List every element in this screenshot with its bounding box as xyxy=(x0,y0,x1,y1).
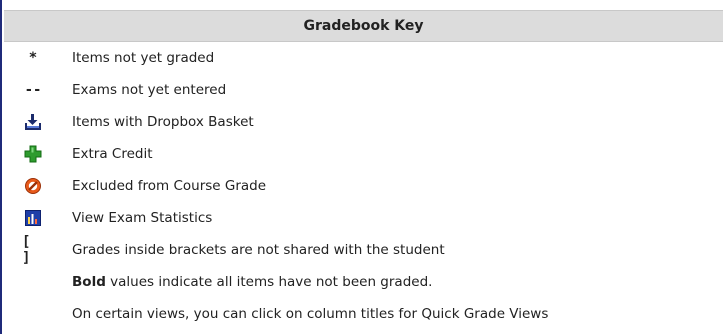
brackets-symbol: [ ] xyxy=(22,234,31,266)
gradebook-key-title: Gradebook Key xyxy=(303,18,424,34)
key-label-brackets: Grades inside brackets are not shared wi… xyxy=(72,242,445,258)
key-row-excluded: Excluded from Course Grade xyxy=(4,170,723,202)
key-row-extra-credit: Extra Credit xyxy=(4,138,723,170)
excluded-no-icon xyxy=(22,170,44,202)
bold-note-bold-word: Bold xyxy=(72,274,106,290)
key-label-extra-credit: Extra Credit xyxy=(72,146,153,162)
key-row-bold-note: Bold values indicate all items have not … xyxy=(4,266,723,298)
key-row-views-note: On certain views, you can click on colum… xyxy=(4,298,723,330)
key-label-exam-statistics: View Exam Statistics xyxy=(72,210,213,226)
key-label-dropbox-basket: Items with Dropbox Basket xyxy=(72,114,254,130)
key-label-not-graded: Items not yet graded xyxy=(72,50,215,66)
key-label-exams-not-entered: Exams not yet entered xyxy=(72,82,227,98)
asterisk-symbol: * xyxy=(28,50,38,66)
double-dash-symbol: -- xyxy=(24,82,42,98)
gradebook-key-panel: Gradebook Key * Items not yet graded -- … xyxy=(0,0,723,334)
key-row-brackets: [ ] Grades inside brackets are not share… xyxy=(4,234,723,266)
bold-note-text: Bold values indicate all items have not … xyxy=(72,266,432,298)
key-row-exams-not-entered: -- Exams not yet entered xyxy=(4,74,723,106)
key-row-not-graded: * Items not yet graded xyxy=(4,42,723,74)
exam-statistics-chart-icon xyxy=(22,202,44,234)
key-row-exam-statistics: View Exam Statistics xyxy=(4,202,723,234)
dropbox-basket-icon xyxy=(22,106,44,138)
bold-note-rest: values indicate all items have not been … xyxy=(105,274,433,290)
views-note-text: On certain views, you can click on colum… xyxy=(72,306,549,322)
key-label-excluded: Excluded from Course Grade xyxy=(72,178,267,194)
key-row-dropbox-basket: Items with Dropbox Basket xyxy=(4,106,723,138)
extra-credit-plus-icon xyxy=(22,138,44,170)
